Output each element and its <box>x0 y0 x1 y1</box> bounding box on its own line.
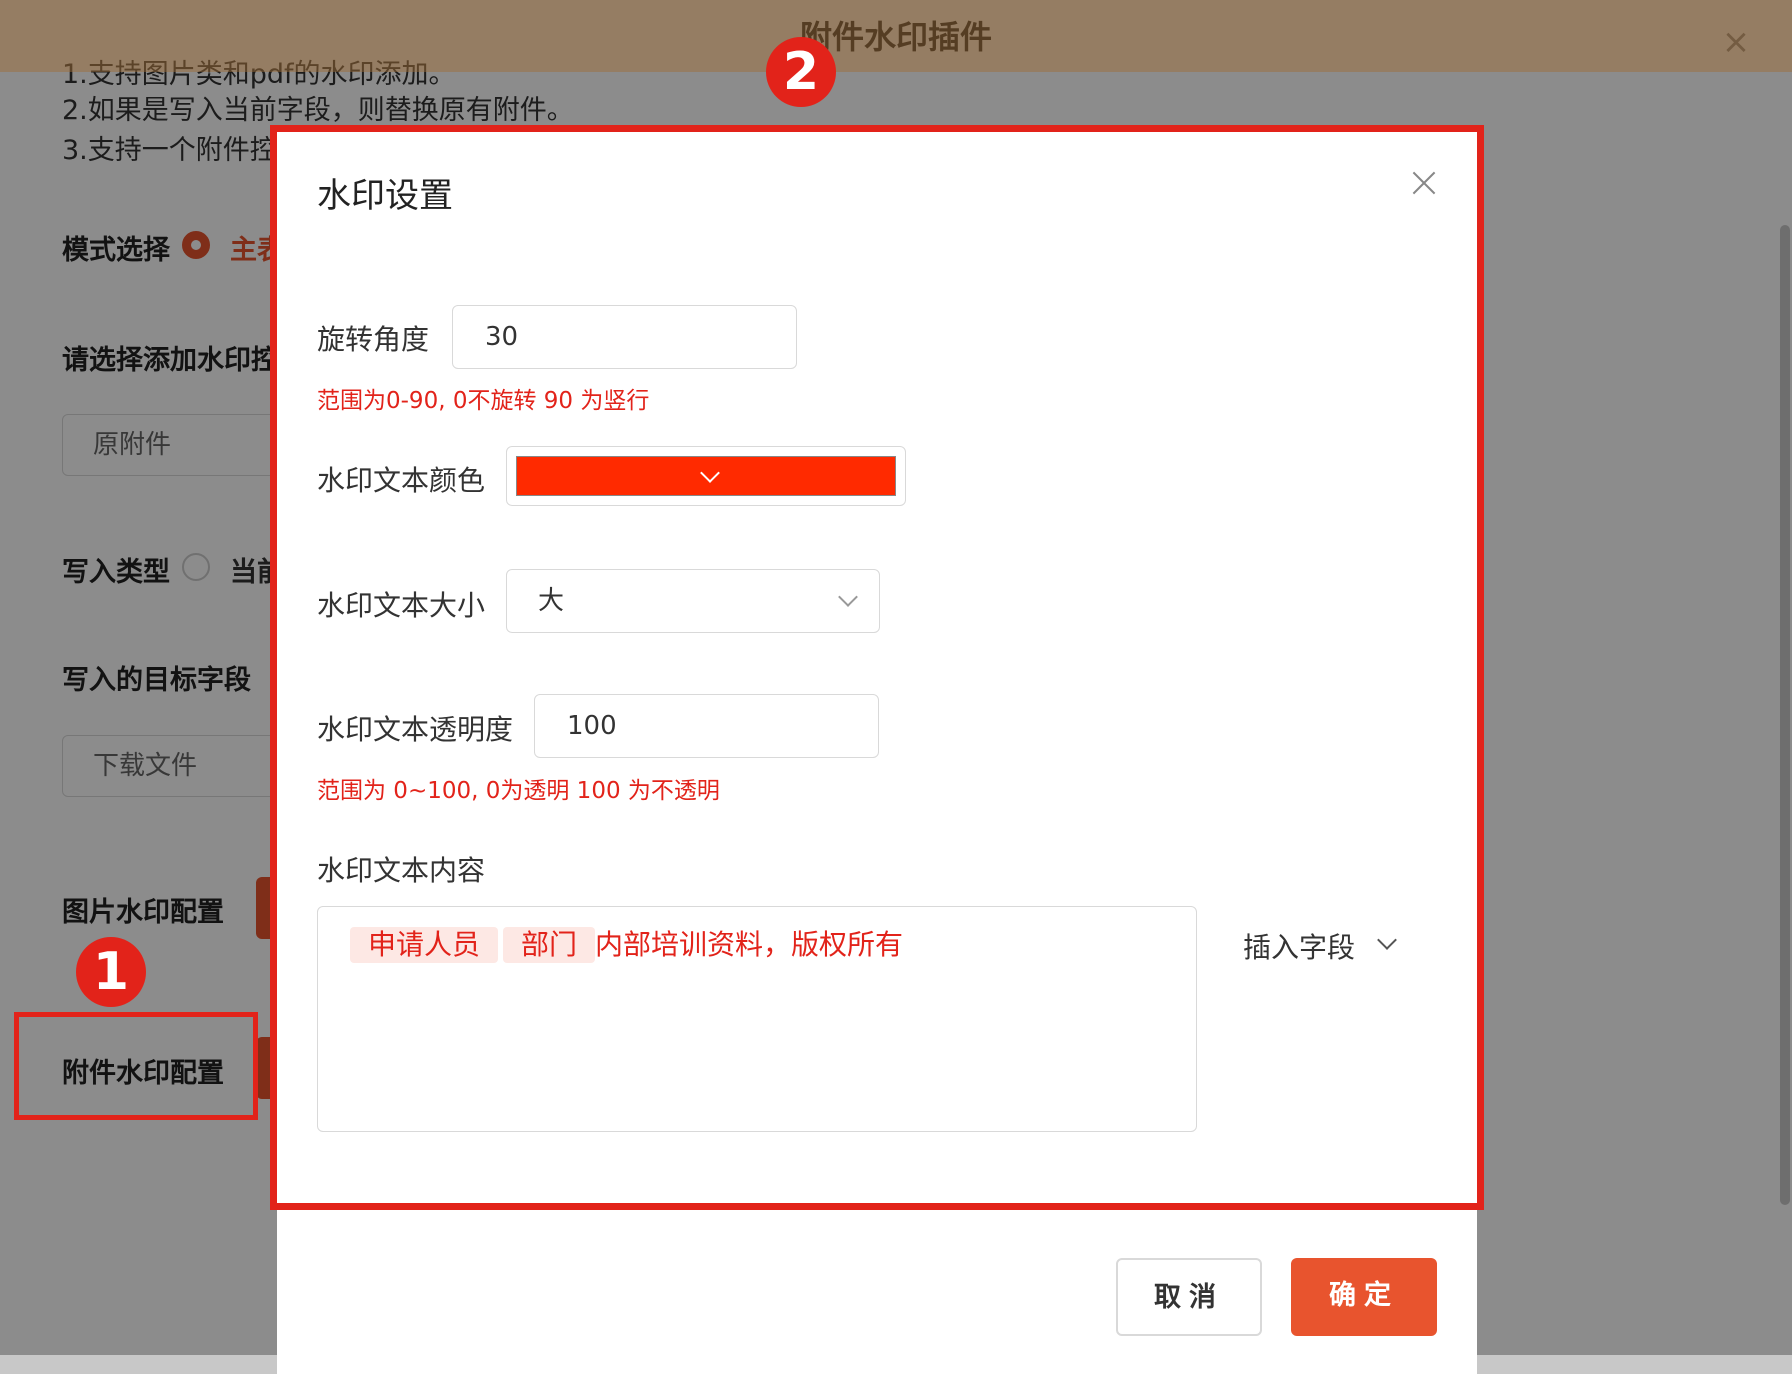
backdrop-header-tint <box>0 0 1792 72</box>
annotation-box-1 <box>14 1012 258 1120</box>
ok-button[interactable]: 确定 <box>1291 1258 1437 1336</box>
annotation-box-2 <box>270 125 1484 1210</box>
annotation-marker-1: 1 <box>76 937 146 1007</box>
annotation-marker-2: 2 <box>766 37 836 107</box>
cancel-button[interactable]: 取消 <box>1116 1258 1262 1336</box>
